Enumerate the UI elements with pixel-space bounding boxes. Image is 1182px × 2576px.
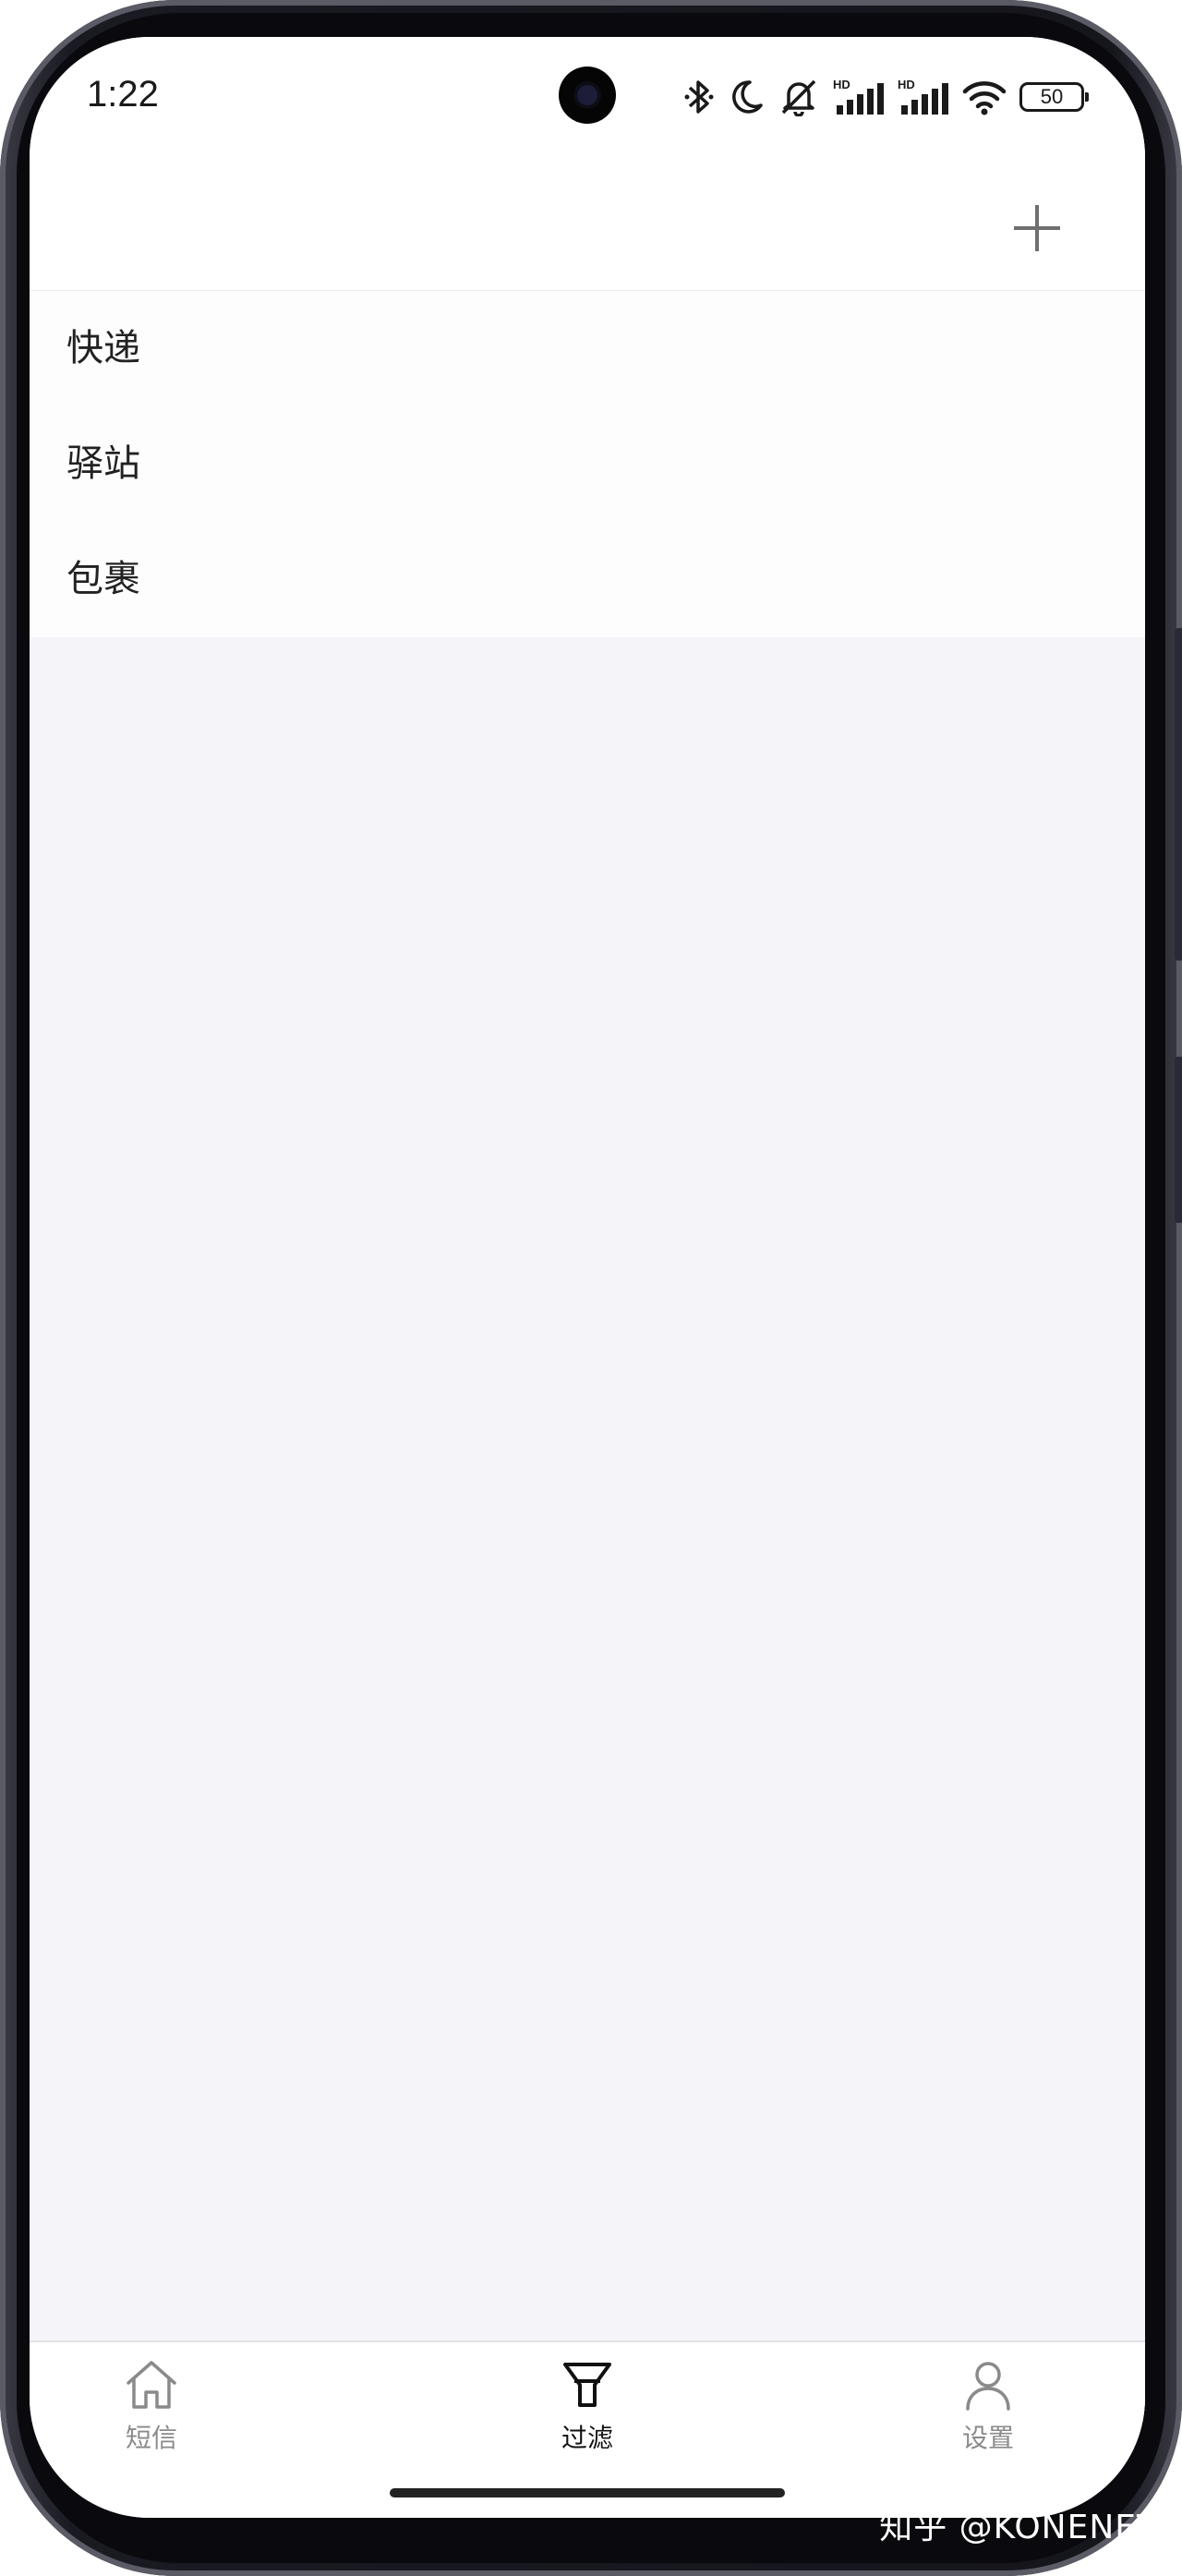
mute-bell-icon (781, 79, 816, 116)
do-not-disturb-moon-icon (732, 80, 763, 114)
front-camera (559, 67, 616, 124)
list-item[interactable]: 包裹 (30, 522, 1145, 637)
battery-icon: 50 (1019, 82, 1089, 112)
status-time: 1:22 (87, 74, 159, 115)
list-item[interactable]: 快递 (30, 291, 1145, 406)
home-icon (127, 2361, 176, 2409)
svg-text:HD: HD (898, 78, 915, 91)
status-bar: 1:22 HD HD 50 (30, 37, 1145, 166)
bluetooth-icon (684, 80, 714, 114)
watermark: 知乎 @KONENET (879, 2509, 1158, 2546)
user-icon (966, 2362, 1010, 2411)
wifi-icon (962, 81, 1007, 115)
bottom-tab-bar: 短信 过滤 设置 (30, 2340, 1145, 2518)
home-indicator[interactable] (390, 2488, 785, 2497)
phone-frame: 1:22 HD HD 50 快递 驿站 包裹 短信 过滤 设置 知乎 @KONE… (0, 0, 1182, 2576)
volume-button (1175, 628, 1182, 961)
power-button (1175, 1057, 1182, 1223)
filter-funnel-icon (563, 2363, 611, 2407)
app-header (30, 166, 1145, 291)
filter-keyword-list: 快递 驿站 包裹 (30, 291, 1145, 637)
screen: 1:22 HD HD 50 快递 驿站 包裹 短信 过滤 设置 (30, 37, 1145, 2518)
status-icons: HD HD 50 (683, 74, 1089, 120)
tab-settings[interactable]: 设置 (896, 2359, 1080, 2455)
svg-text:HD: HD (833, 78, 850, 91)
tab-label: 设置 (961, 2423, 1014, 2453)
tab-label: 过滤 (561, 2423, 613, 2453)
tab-sms[interactable]: 短信 (59, 2359, 244, 2455)
tab-filter[interactable]: 过滤 (495, 2359, 680, 2455)
hd-signal-icon: HD (833, 78, 884, 115)
tab-label: 短信 (125, 2423, 177, 2453)
plus-icon[interactable] (1012, 203, 1062, 253)
list-item[interactable]: 驿站 (30, 406, 1145, 522)
battery-level: 50 (1040, 85, 1064, 108)
hd-signal-icon: HD (898, 78, 948, 115)
